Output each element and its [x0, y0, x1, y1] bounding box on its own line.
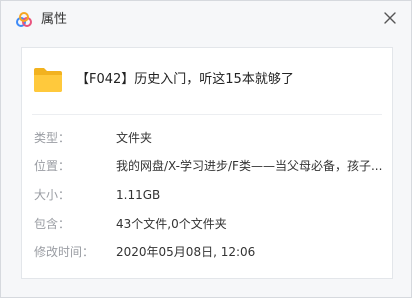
folder-icon: [34, 68, 62, 92]
properties-dialog: 属性 【F042】历史入门，听这15本就够了 类型： 文件夹 位置： 我的网盘/…: [0, 0, 412, 298]
cloud-rings-logo: [16, 12, 32, 27]
contains-value: 43个文件,0个文件夹: [116, 217, 227, 231]
modified-label: 修改时间：: [34, 245, 95, 259]
modified-value: 2020年05月08日, 12:06: [116, 245, 256, 259]
property-row-modified: 修改时间： 2020年05月08日, 12:06: [22, 241, 392, 263]
divider: [32, 114, 382, 115]
close-button[interactable]: [379, 7, 401, 29]
size-label: 大小：: [34, 188, 71, 202]
property-row-type: 类型： 文件夹: [22, 127, 392, 149]
dialog-title: 属性: [41, 12, 68, 27]
type-label: 类型：: [34, 131, 71, 145]
title-bar[interactable]: 属性: [1, 1, 411, 39]
location-value[interactable]: 我的网盘/X-学习进步/F类——当父母必备，孩子...: [116, 157, 386, 175]
file-header: 【F042】历史入门，听这15本就够了: [22, 48, 392, 114]
property-row-location: 位置： 我的网盘/X-学习进步/F类——当父母必备，孩子...: [22, 155, 392, 177]
type-value: 文件夹: [116, 131, 153, 145]
property-row-size: 大小： 1.11GB: [22, 184, 392, 206]
properties-panel: 【F042】历史入门，听这15本就够了 类型： 文件夹 位置： 我的网盘/X-学…: [21, 47, 393, 279]
contains-label: 包含：: [34, 217, 71, 231]
file-name: 【F042】历史入门，听这15本就够了: [76, 72, 294, 87]
property-row-contains: 包含： 43个文件,0个文件夹: [22, 213, 392, 235]
close-icon: [384, 12, 396, 24]
location-label: 位置：: [34, 159, 71, 173]
size-value: 1.11GB: [116, 188, 161, 202]
